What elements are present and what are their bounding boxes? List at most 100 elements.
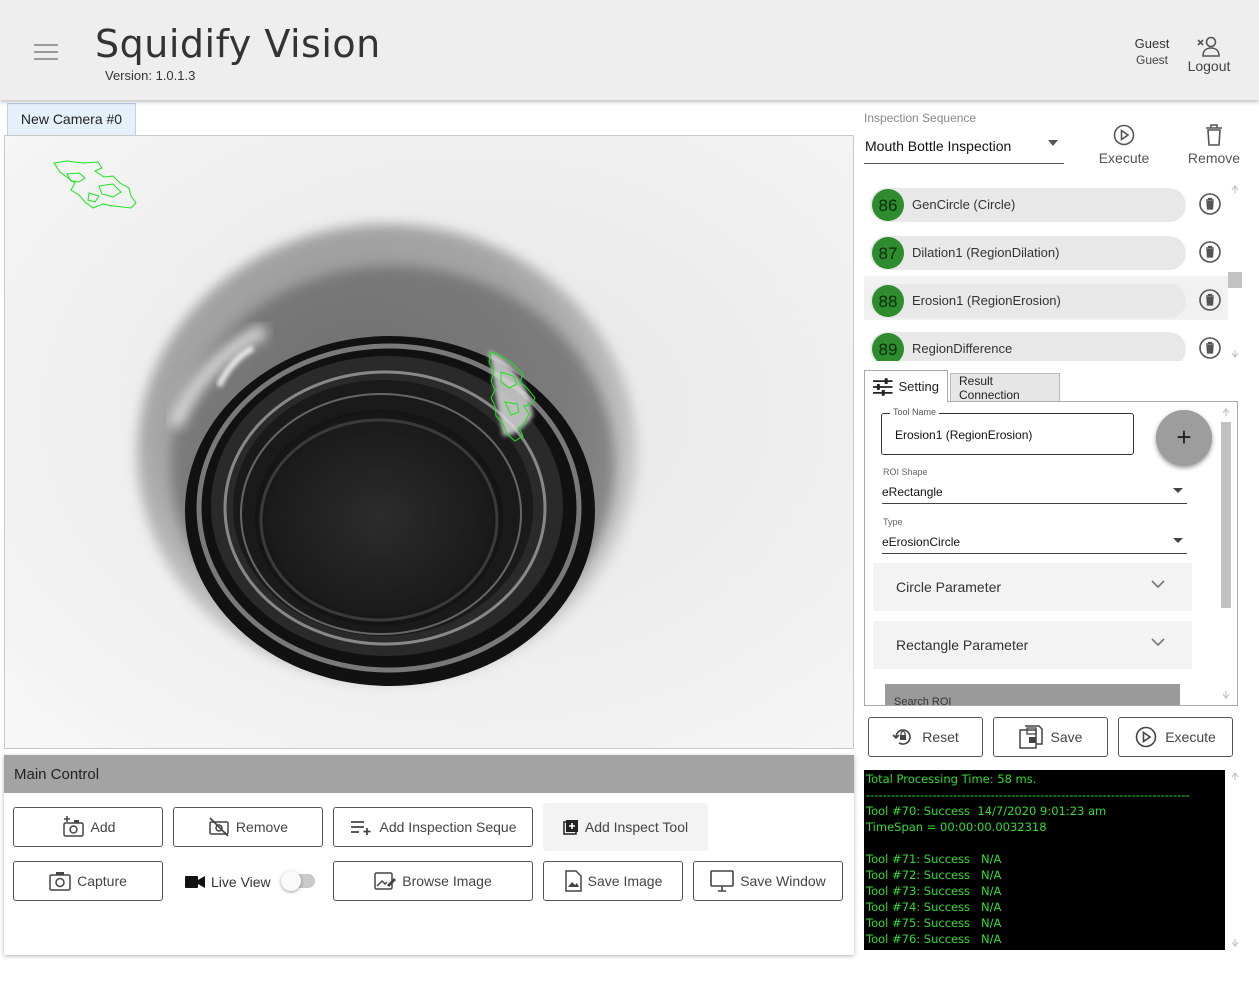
settings-panel: Tool Name Erosion1 (RegionErosion) + ROI… xyxy=(864,401,1238,706)
rectangle-parameter-expander[interactable]: Rectangle Parameter xyxy=(873,621,1192,669)
circle-parameter-title: Circle Parameter xyxy=(896,579,1002,595)
reset-button[interactable]: Reset xyxy=(868,717,983,757)
log-line: TimeSpan = 00:00:00.0032318 xyxy=(866,820,1047,834)
delete-tool-icon[interactable] xyxy=(1198,288,1222,312)
remove-camera-label: Remove xyxy=(235,819,289,835)
camera-icon xyxy=(49,872,71,891)
processing-log: Total Processing Time: 58 ms. ----------… xyxy=(864,770,1225,950)
roi-shape-select[interactable]: eRectangle xyxy=(882,474,1187,504)
tab-camera[interactable]: New Camera #0 xyxy=(7,103,136,135)
dropdown-arrow-icon xyxy=(1173,488,1183,493)
tool-pill[interactable]: 88 Erosion1 (RegionErosion) xyxy=(870,284,1186,318)
tool-name-field[interactable]: Tool Name Erosion1 (RegionErosion) xyxy=(881,407,1134,455)
tune-icon xyxy=(873,377,893,396)
delete-tool-icon[interactable] xyxy=(1198,336,1222,360)
user-name: Guest xyxy=(1134,36,1170,51)
tool-item[interactable]: 89 RegionDifference xyxy=(864,327,1228,361)
tab-result-connection-label: Result Connection xyxy=(959,374,1020,402)
play-circle-icon xyxy=(1135,726,1157,748)
save-button[interactable]: Save xyxy=(993,717,1108,757)
live-view-label: Live View xyxy=(211,874,271,890)
tool-id-badge: 88 xyxy=(872,285,904,317)
add-camera-icon xyxy=(62,816,84,837)
tool-id-badge: 86 xyxy=(872,189,904,221)
search-roi-section[interactable]: Search ROI xyxy=(885,684,1180,705)
log-line: Tool #76: Success N/A xyxy=(866,932,1002,946)
save-window-button[interactable]: Save Window xyxy=(693,861,843,901)
browse-image-button[interactable]: Browse Image xyxy=(333,861,533,901)
settings-tabs: Setting Result Connection xyxy=(864,370,1244,402)
add-inspect-tool-button[interactable]: Add Inspect Tool xyxy=(543,803,708,851)
tool-name-field-value: Erosion1 (RegionErosion) xyxy=(895,428,1033,442)
settings-scrollbar[interactable] xyxy=(1217,406,1235,702)
file-image-icon xyxy=(564,870,582,892)
tool-pill[interactable]: 86 GenCircle (Circle) xyxy=(870,188,1186,222)
capture-label: Capture xyxy=(77,873,127,889)
main-control-panel: Main Control Add Remove Add Inspection S… xyxy=(4,755,854,955)
image-edit-icon xyxy=(374,872,397,890)
add-inspection-sequence-button[interactable]: Add Inspection Seque xyxy=(333,807,533,847)
tool-id-badge: 87 xyxy=(872,237,904,269)
add-box-icon xyxy=(563,820,578,835)
execute-tool-button[interactable]: Execute xyxy=(1118,717,1233,757)
remove-sequence-button[interactable]: Remove xyxy=(1181,124,1247,166)
trash-icon xyxy=(1206,124,1222,146)
tool-item[interactable]: 87 Dilation1 (RegionDilation) xyxy=(864,231,1228,275)
chevron-down-icon xyxy=(1151,638,1165,647)
app-header: Squidify Vision Version: 1.0.1.3 Guest G… xyxy=(0,0,1259,100)
roi-shape-value: eRectangle xyxy=(882,485,943,499)
main-control-title: Main Control xyxy=(4,755,854,793)
execute-sequence-button[interactable]: Execute xyxy=(1091,124,1157,166)
live-view-toggle[interactable] xyxy=(281,871,315,891)
log-line: Tool #75: Success N/A xyxy=(866,916,1002,930)
live-view-control: Live View xyxy=(185,874,271,890)
tool-pill[interactable]: 87 Dilation1 (RegionDilation) xyxy=(870,236,1186,270)
save-image-button[interactable]: Save Image xyxy=(543,861,683,901)
execute-tool-label: Execute xyxy=(1165,729,1216,745)
tool-name-field-label: Tool Name xyxy=(890,407,940,417)
type-select[interactable]: eErosionCircle xyxy=(882,524,1187,554)
monitor-icon xyxy=(710,870,735,892)
tab-result-connection[interactable]: Result Connection xyxy=(950,373,1060,402)
type-value: eErosionCircle xyxy=(882,535,961,549)
menu-icon[interactable] xyxy=(34,44,58,62)
execute-sequence-label: Execute xyxy=(1098,150,1150,166)
remove-sequence-label: Remove xyxy=(1187,150,1241,166)
camera-image-view[interactable] xyxy=(4,135,854,749)
dropdown-arrow-icon xyxy=(1048,140,1058,146)
bottle-mouth-image xyxy=(5,136,853,748)
tool-name: GenCircle (Circle) xyxy=(912,197,1016,212)
app-title: Squidify Vision xyxy=(95,22,381,66)
log-line: Tool #74: Success N/A xyxy=(866,900,1002,914)
inspection-sequence-value: Mouth Bottle Inspection xyxy=(865,138,1012,154)
tool-list: 86 GenCircle (Circle) 87 Dilation1 (Regi… xyxy=(864,183,1228,361)
tool-list-scrollbar[interactable] xyxy=(1228,183,1242,361)
video-camera-icon xyxy=(185,876,205,888)
log-line: Tool #70: Success 14/7/2020 9:01:23 am xyxy=(866,804,1107,818)
reset-lock-icon xyxy=(892,729,911,745)
camera-off-icon xyxy=(209,817,229,837)
play-circle-icon xyxy=(1113,124,1135,146)
reset-label: Reset xyxy=(922,729,959,745)
delete-tool-icon[interactable] xyxy=(1198,240,1222,264)
tool-pill[interactable]: 89 RegionDifference xyxy=(870,332,1186,361)
remove-camera-button[interactable]: Remove xyxy=(173,807,323,847)
tool-item[interactable]: 86 GenCircle (Circle) xyxy=(864,183,1228,227)
save-image-label: Save Image xyxy=(587,873,663,889)
add-inspection-sequence-label: Add Inspection Seque xyxy=(379,819,517,835)
inspection-sequence-select[interactable]: Mouth Bottle Inspection xyxy=(864,134,1064,164)
capture-button[interactable]: Capture xyxy=(13,861,163,901)
add-camera-label: Add xyxy=(90,819,116,835)
user-role: Guest xyxy=(1135,53,1168,67)
dropdown-arrow-icon xyxy=(1173,538,1183,543)
delete-tool-icon[interactable] xyxy=(1198,192,1222,216)
log-scrollbar[interactable] xyxy=(1228,770,1242,950)
log-line: Tool #73: Success N/A xyxy=(866,884,1002,898)
add-parameter-fab[interactable]: + xyxy=(1156,410,1212,466)
tab-setting[interactable]: Setting xyxy=(864,370,948,402)
add-camera-button[interactable]: Add xyxy=(13,807,163,847)
circle-parameter-expander[interactable]: Circle Parameter xyxy=(873,563,1192,611)
add-inspect-tool-label: Add Inspect Tool xyxy=(584,819,689,835)
tool-item-selected[interactable]: 88 Erosion1 (RegionErosion) xyxy=(864,276,1228,320)
logout-button[interactable]: Logout xyxy=(1180,36,1238,80)
